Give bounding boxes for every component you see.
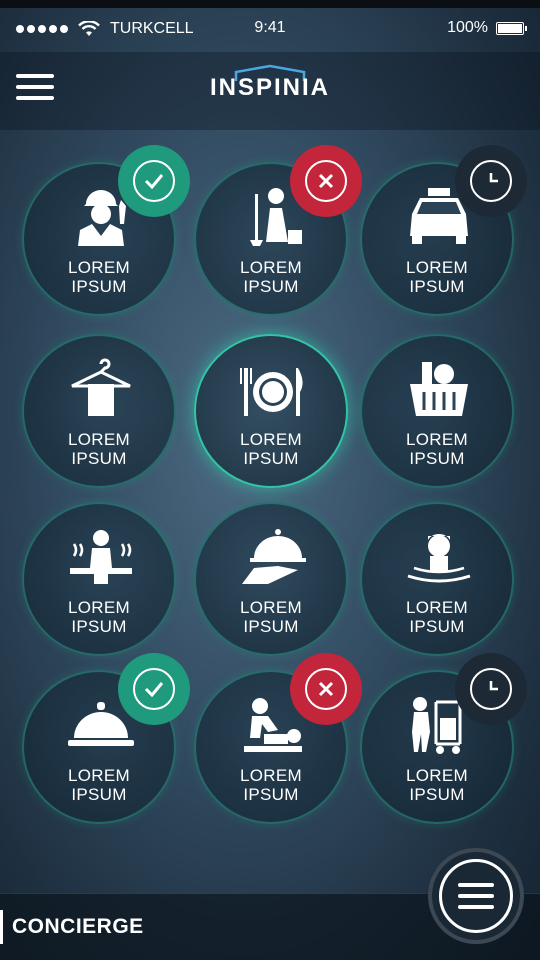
footer-accent [0,910,3,944]
app-header: INSPINIA [0,52,540,130]
tile-label-line1: LOREM [240,258,302,277]
tile-label-line2: IPSUM [243,785,299,804]
tile-label-line2: IPSUM [243,449,299,468]
tile-label-line1: LOREM [406,258,468,277]
tile-label-line1: LOREM [240,766,302,785]
room-service-icon [242,529,306,584]
clock-icon [489,173,498,183]
tile-label-line1: LOREM [68,258,130,277]
status-ok-badge [118,145,190,217]
tile-label-line2: IPSUM [71,617,127,636]
tile-label-line1: LOREM [68,766,130,785]
status-ok-badge [118,653,190,725]
close-icon [318,681,334,697]
tile-label-line1: LOREM [406,430,468,449]
battery-percent: 100% [447,19,488,36]
spa-bath-icon [407,533,471,583]
top-edge [0,0,540,8]
tile-label-line2: IPSUM [71,785,127,804]
tile-label-line1: LOREM [240,598,302,617]
status-pending-badge [455,145,527,217]
service-tile-laundry[interactable]: LOREM IPSUM [22,334,176,488]
service-tile-room-service[interactable]: LOREM IPSUM [194,502,348,656]
section-title: CONCIERGE [12,915,144,938]
tile-label-line1: LOREM [68,430,130,449]
service-tile-sauna[interactable]: LOREM IPSUM [22,502,176,656]
sauna-icon [70,530,132,584]
clock-icon [489,681,498,691]
service-tile-spa-bath[interactable]: LOREM IPSUM [360,502,514,656]
service-tile-shopping[interactable]: LOREM IPSUM [360,334,514,488]
laundry-icon [71,358,131,416]
tile-label-line2: IPSUM [71,449,127,468]
tile-label-line1: LOREM [240,430,302,449]
tile-label-line2: IPSUM [243,617,299,636]
tile-label-line1: LOREM [406,598,468,617]
app-logo: INSPINIA [209,74,330,101]
service-tile-restaurant[interactable]: LOREM IPSUM [194,334,348,488]
tile-label-line1: LOREM [406,766,468,785]
status-pending-badge [455,653,527,725]
list-menu-icon [439,859,513,933]
status-error-badge [290,653,362,725]
status-bar: TURKCELL 9:41 100% [0,8,540,52]
tile-label-line1: LOREM [68,598,130,617]
tile-label-line2: IPSUM [409,277,465,296]
tile-label-line2: IPSUM [409,449,465,468]
check-icon [144,174,164,189]
tile-label-line2: IPSUM [409,785,465,804]
tile-label-line2: IPSUM [71,277,127,296]
tile-label-line2: IPSUM [409,617,465,636]
battery-icon [496,21,527,35]
check-icon [144,682,164,697]
close-icon [318,173,334,189]
restaurant-icon [240,368,303,416]
tile-label-line2: IPSUM [243,277,299,296]
menu-fab-button[interactable] [428,848,524,944]
shopping-basket-icon [410,362,468,416]
status-error-badge [290,145,362,217]
